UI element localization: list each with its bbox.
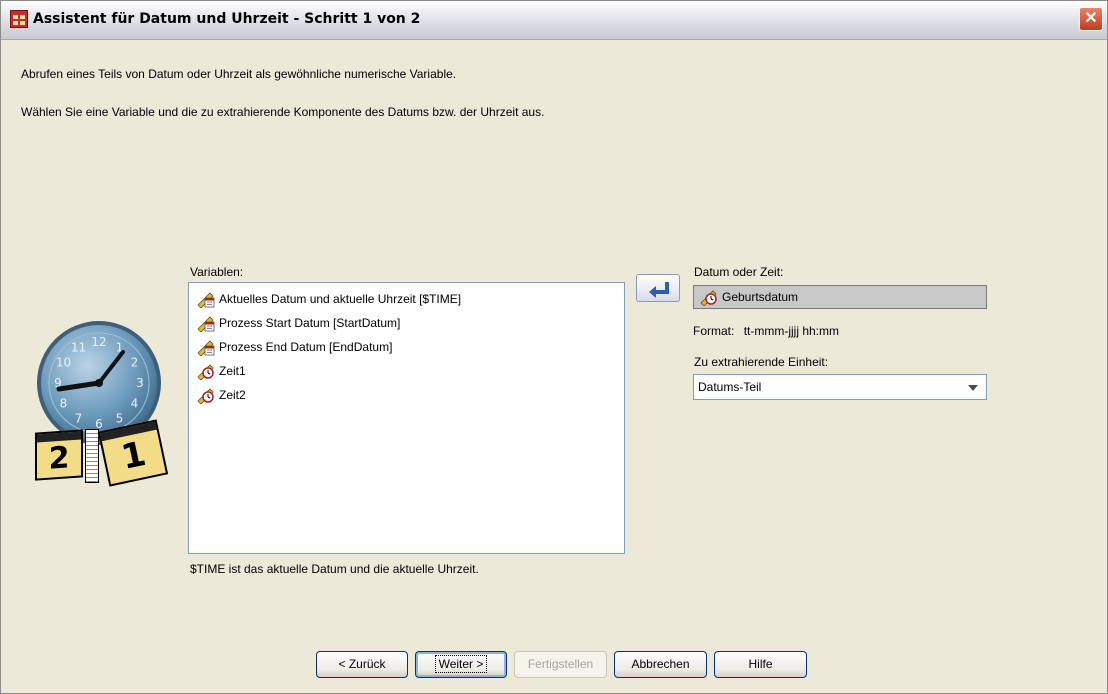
cancel-button[interactable]: Abbrechen bbox=[614, 651, 707, 678]
variables-label: Variablen: bbox=[190, 265, 244, 279]
clock-number: 2 bbox=[131, 356, 139, 370]
list-item-label: Zeit1 bbox=[219, 364, 246, 378]
list-item-label: Prozess End Datum [EndDatum] bbox=[219, 340, 393, 354]
calendar-day-left: 2 bbox=[48, 440, 70, 477]
wizard-window: Assistent für Datum und Uhrzeit - Schrit… bbox=[0, 0, 1108, 694]
format-value: tt-mmm-jjjj hh:mm bbox=[743, 324, 840, 338]
unit-label: Zu extrahierende Einheit: bbox=[694, 355, 829, 369]
clock-number: 7 bbox=[75, 412, 83, 426]
time-ruler-icon bbox=[700, 288, 718, 307]
chevron-down-icon[interactable] bbox=[968, 385, 978, 391]
target-variable-value: Geburtsdatum bbox=[722, 290, 799, 304]
clock-calendar-illustration: 12 1 2 3 4 5 6 7 8 9 10 11 2 1 bbox=[29, 319, 171, 489]
next-button[interactable]: Weiter > bbox=[415, 651, 507, 678]
variables-listbox[interactable]: Aktuelles Datum und aktuelle Uhrzeit [$T… bbox=[188, 282, 625, 554]
list-item[interactable]: Aktuelles Datum und aktuelle Uhrzeit [$T… bbox=[197, 289, 461, 309]
time-ruler-icon bbox=[197, 362, 215, 381]
title-bar[interactable]: Assistent für Datum und Uhrzeit - Schrit… bbox=[1, 1, 1107, 40]
move-variable-button[interactable] bbox=[636, 274, 680, 302]
help-button[interactable]: Hilfe bbox=[714, 651, 807, 678]
unit-select[interactable]: Datums-Teil bbox=[693, 374, 987, 400]
date-ruler-icon bbox=[197, 338, 215, 357]
window-title: Assistent für Datum und Uhrzeit - Schrit… bbox=[33, 11, 421, 27]
clock-number: 3 bbox=[136, 376, 144, 390]
clock-number: 4 bbox=[131, 397, 139, 411]
unit-select-value: Datums-Teil bbox=[698, 380, 762, 394]
list-item-label: Zeit2 bbox=[219, 388, 246, 402]
close-button[interactable]: ✕ bbox=[1079, 7, 1103, 31]
list-item[interactable]: Prozess Start Datum [StartDatum] bbox=[197, 313, 400, 333]
format-row: Format: tt-mmm-jjjj hh:mm bbox=[693, 324, 839, 338]
list-item-label: Prozess Start Datum [StartDatum] bbox=[219, 316, 401, 330]
clock-number: 8 bbox=[60, 397, 68, 411]
clock-number: 10 bbox=[56, 356, 71, 370]
target-variable-field[interactable]: Geburtsdatum bbox=[693, 285, 987, 309]
clock-number: 12 bbox=[91, 335, 106, 349]
list-item[interactable]: Zeit2 bbox=[197, 385, 246, 405]
clock-number: 5 bbox=[116, 412, 124, 426]
finish-button[interactable]: Fertigstellen bbox=[514, 651, 607, 678]
time-ruler-icon bbox=[197, 386, 215, 405]
close-icon: ✕ bbox=[1084, 10, 1098, 27]
target-label: Datum oder Zeit: bbox=[694, 265, 784, 279]
intro-line-2: Wählen Sie eine Variable und die zu extr… bbox=[21, 105, 545, 119]
clock-number: 11 bbox=[71, 341, 86, 355]
intro-line-1: Abrufen eines Teils von Datum oder Uhrze… bbox=[21, 67, 457, 81]
list-item-label: Aktuelles Datum und aktuelle Uhrzeit [$T… bbox=[219, 292, 462, 306]
calendar-icon: 2 1 bbox=[35, 419, 169, 487]
format-label: Format: bbox=[693, 324, 735, 338]
spss-data-grid-icon bbox=[10, 10, 28, 28]
back-button[interactable]: < Zurück bbox=[316, 651, 408, 678]
date-ruler-icon bbox=[197, 314, 215, 333]
move-arrow-icon bbox=[649, 282, 669, 298]
list-item[interactable]: Zeit1 bbox=[197, 361, 246, 381]
time-note: $TIME ist das aktuelle Datum und die akt… bbox=[190, 562, 479, 576]
date-ruler-icon bbox=[197, 290, 215, 309]
list-item[interactable]: Prozess End Datum [EndDatum] bbox=[197, 337, 392, 357]
